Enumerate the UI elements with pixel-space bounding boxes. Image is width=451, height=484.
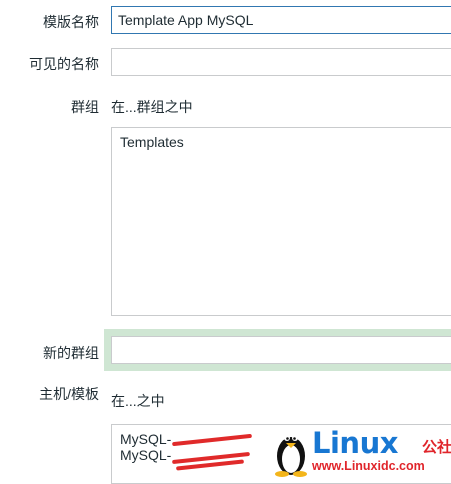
tux-penguin-icon — [275, 435, 307, 477]
new-group-label: 新的群组 — [43, 345, 99, 361]
new-group-input[interactable] — [111, 336, 451, 364]
template-name-input[interactable]: Template App MySQL — [111, 6, 451, 34]
linuxidc-watermark: Linux 公社 www.Linuxidc.com — [272, 426, 451, 477]
groups-listbox[interactable]: Templates — [111, 127, 451, 316]
visible-name-label: 可见的名称 — [29, 56, 99, 72]
visible-name-input[interactable] — [111, 48, 451, 76]
hosts-templates-label: 主机/模板 — [39, 386, 99, 402]
groups-label: 群组 — [71, 99, 99, 115]
template-name-label: 模版名称 — [43, 14, 99, 30]
watermark-brand: Linux — [312, 426, 398, 460]
groups-hint: 在...群组之中 — [111, 99, 193, 115]
groups-option[interactable]: Templates — [120, 134, 447, 150]
watermark-cn: 公社 — [422, 439, 451, 456]
watermark-url: www.Linuxidc.com — [312, 459, 425, 473]
hosts-templates-hint: 在...之中 — [111, 393, 165, 409]
